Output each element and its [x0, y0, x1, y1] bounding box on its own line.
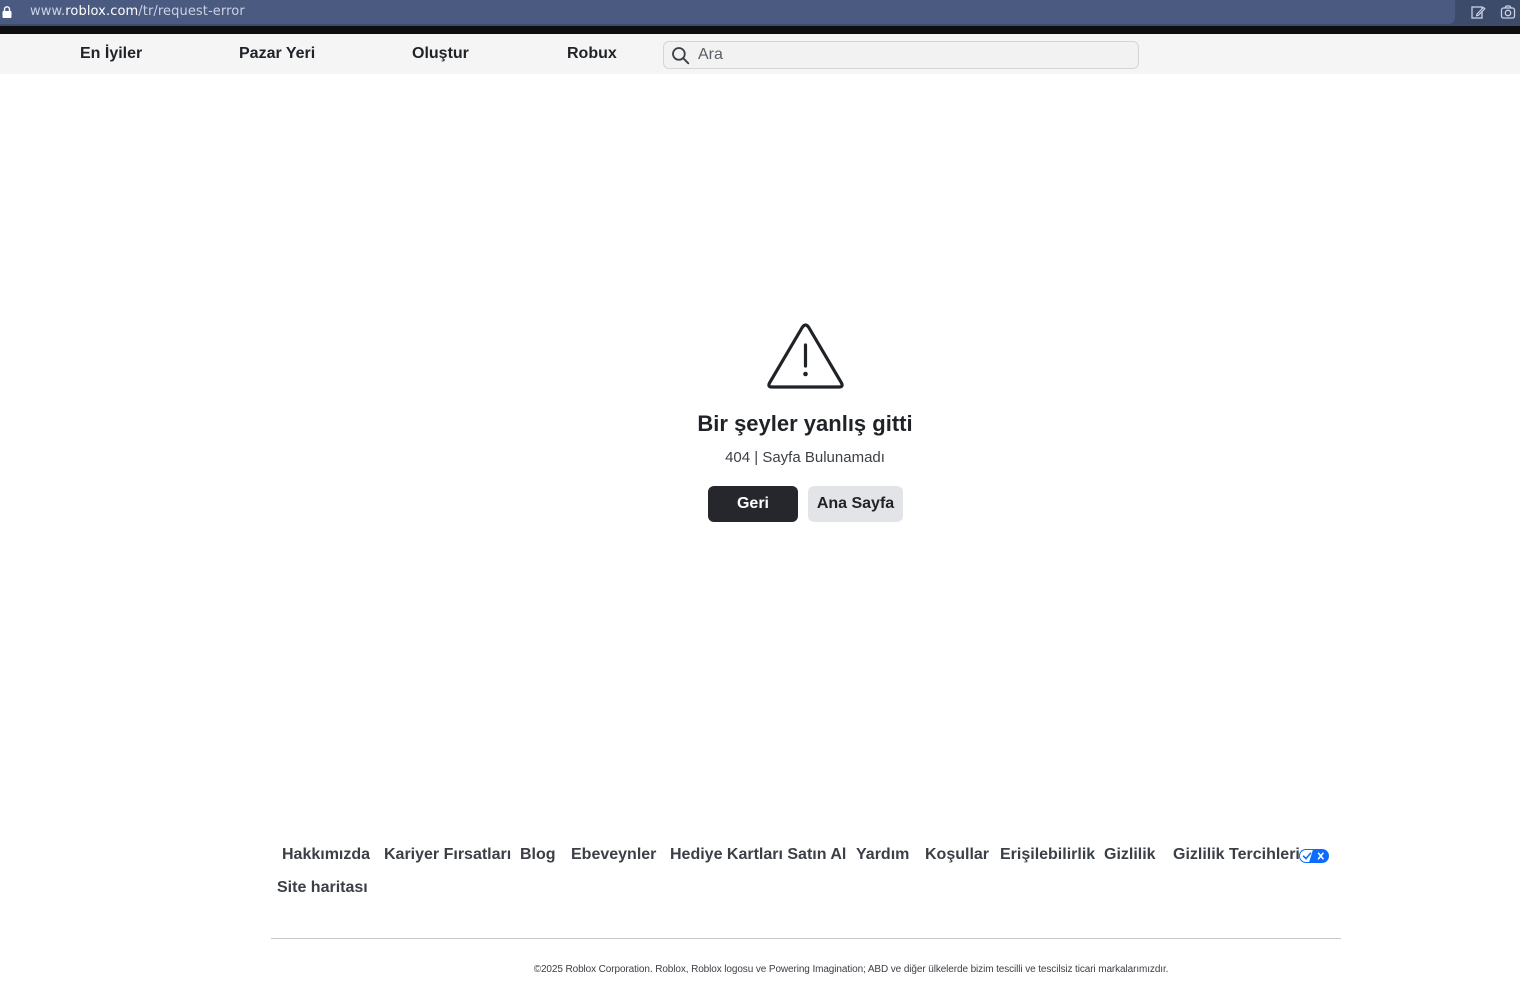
footer-link-ebeveynler[interactable]: Ebeveynler [571, 846, 656, 864]
lock-icon [2, 6, 12, 18]
footer-link-hediye-kartlari[interactable]: Hediye Kartları Satın Al [670, 846, 846, 864]
footer-link-gizlilik[interactable]: Gizlilik [1104, 846, 1156, 864]
footer-link-blog[interactable]: Blog [520, 846, 556, 864]
camera-icon[interactable] [1500, 4, 1516, 20]
browser-address-bar: www.roblox.com/tr/request-error [0, 0, 1520, 26]
home-button[interactable]: Ana Sayfa [808, 486, 903, 522]
error-title: Bir şeyler yanlış gitti [697, 411, 913, 436]
nav-en-iyiler[interactable]: En İyiler [80, 45, 142, 63]
search-icon [672, 47, 690, 65]
url-path: /tr/request-error [138, 4, 245, 19]
footer-link-site-haritasi[interactable]: Site haritası [277, 879, 368, 897]
search-box[interactable] [663, 41, 1139, 69]
edit-icon[interactable] [1470, 4, 1486, 20]
url-prefix: www. [30, 4, 66, 19]
browser-separator [0, 26, 1520, 34]
nav-olustur[interactable]: Oluştur [412, 45, 469, 63]
site-header: En İyiler Pazar Yeri Oluştur Robux [0, 34, 1520, 74]
footer-link-kariyer[interactable]: Kariyer Fırsatları [384, 846, 511, 864]
footer-link-yardim[interactable]: Yardım [856, 846, 909, 864]
footer-divider [271, 938, 1341, 939]
footer-link-gizlilik-tercihleri[interactable]: Gizlilik Tercihlerin [1173, 846, 1310, 864]
url-field[interactable]: www.roblox.com/tr/request-error [0, 0, 1455, 24]
error-subtitle: 404 | Sayfa Bulunamadı [725, 449, 885, 466]
footer-link-hakkimizda[interactable]: Hakkımızda [282, 846, 370, 864]
privacy-choices-icon[interactable] [1299, 849, 1329, 863]
url-text: www.roblox.com/tr/request-error [30, 4, 245, 19]
copyright-text: ©2025 Roblox Corporation. Roblox, Roblox… [533, 964, 1169, 975]
footer-link-erisilebilirlik[interactable]: Erişilebilirlik [1000, 846, 1095, 864]
search-input[interactable] [698, 44, 1128, 66]
nav-pazar-yeri[interactable]: Pazar Yeri [239, 45, 315, 63]
footer-link-kosullar[interactable]: Koşullar [925, 846, 989, 864]
url-domain: roblox.com [65, 4, 139, 19]
warning-triangle-icon [767, 323, 844, 389]
back-button[interactable]: Geri [708, 486, 798, 522]
nav-robux[interactable]: Robux [567, 45, 617, 63]
